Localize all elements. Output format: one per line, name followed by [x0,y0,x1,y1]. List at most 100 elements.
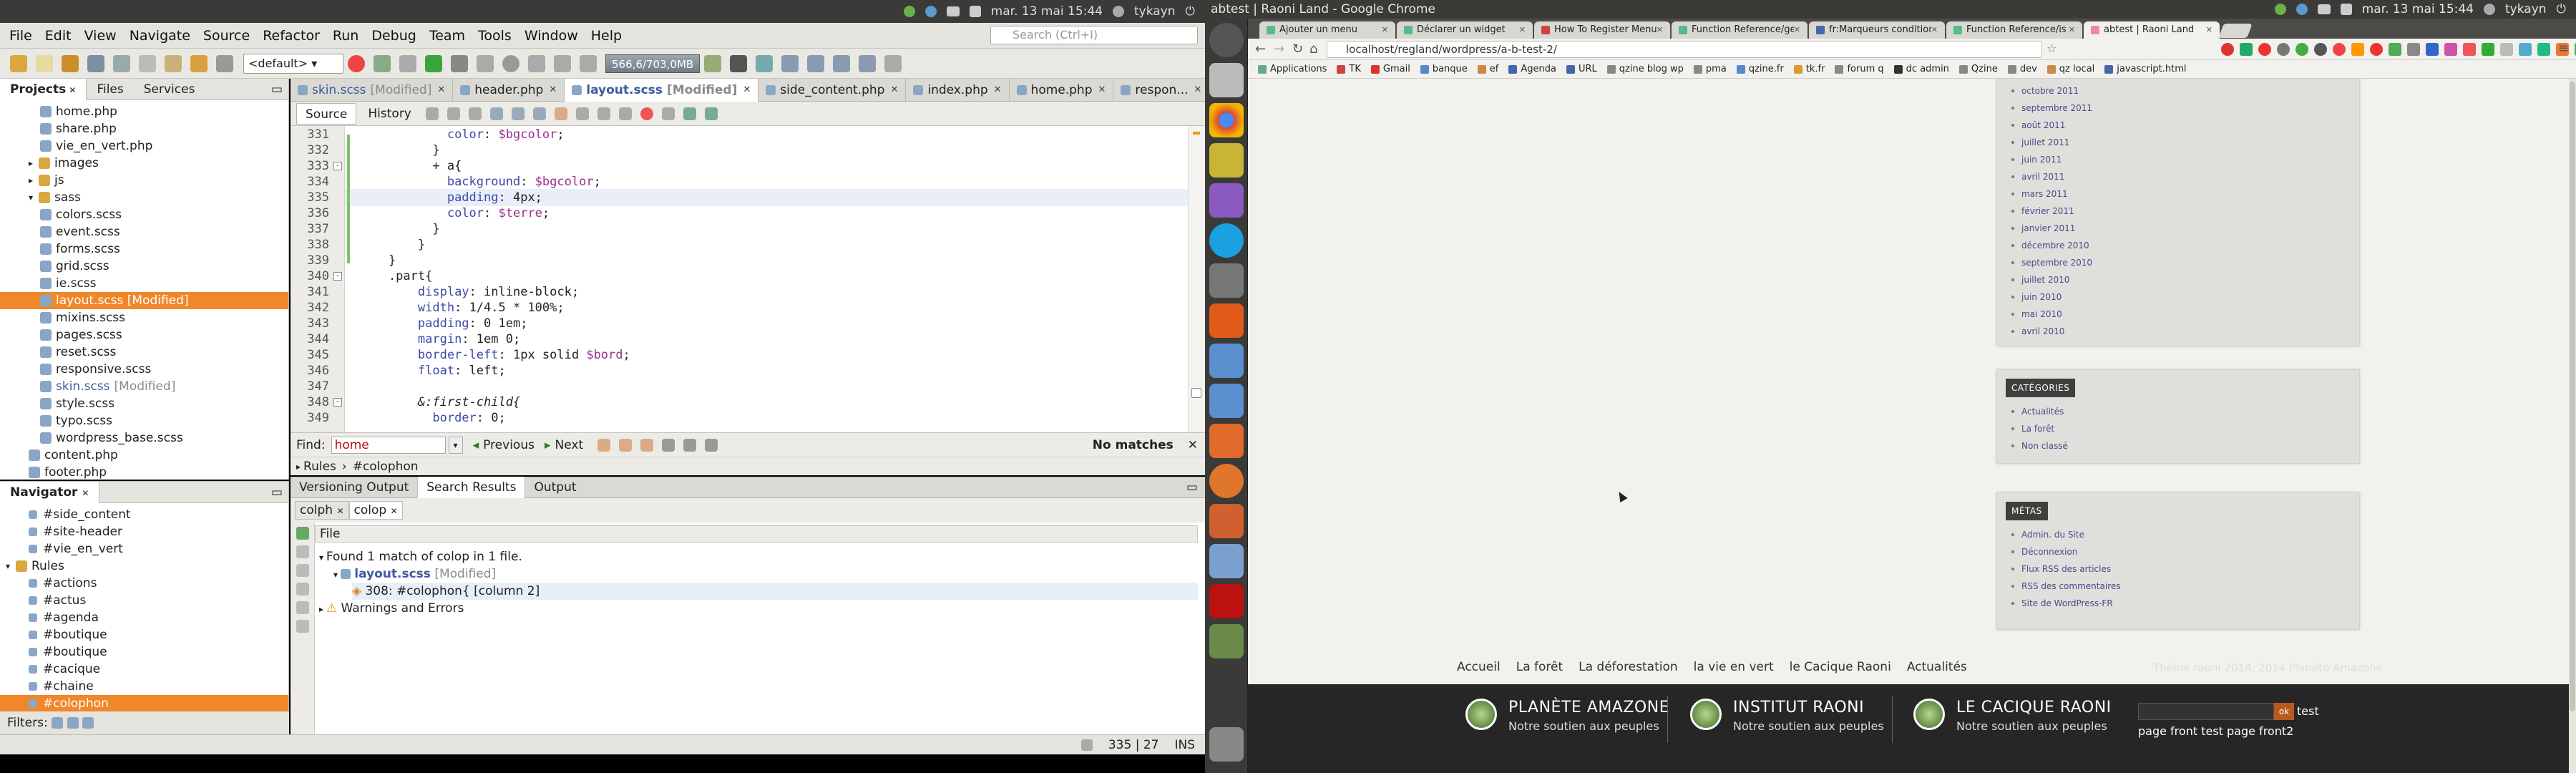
ext-icon[interactable] [2463,43,2476,56]
modify-icon[interactable] [296,583,309,595]
tree-item[interactable]: pages.scss [0,326,288,344]
netbeans-icon[interactable] [1209,344,1244,378]
fold-toggle-icon[interactable]: - [333,162,342,170]
footer-nav-link[interactable]: La forêt [1516,660,1563,674]
sync-icon[interactable] [2296,4,2308,15]
tree-item[interactable]: ie.scss [0,275,288,292]
code-line[interactable]: &:first-child{ [359,394,520,411]
screenshot-icon[interactable] [1209,544,1244,578]
footer-nav-link[interactable]: Accueil [1457,660,1501,674]
code-line[interactable]: color: $bgcolor; [359,126,565,143]
help-icon[interactable] [1209,263,1244,298]
menu-edit[interactable]: Edit [39,28,78,44]
code-line[interactable]: border-left: 1px solid $bord; [359,346,630,364]
tool-icon[interactable] [580,54,597,72]
ext-icon[interactable] [2296,43,2308,56]
user-name[interactable]: tykayn [2505,2,2547,16]
sync-icon[interactable] [924,6,937,17]
close-tab-icon[interactable]: ✕ [743,79,751,102]
highlight-results-icon[interactable] [683,438,697,452]
tab-versioning-output[interactable]: Versioning Output [291,477,417,498]
close-icon[interactable]: ✕ [66,85,76,95]
tree-item[interactable]: #chaine [0,678,288,695]
find-history-icon[interactable]: ▾ [448,436,463,454]
new-file-icon[interactable] [36,54,53,72]
bookmark[interactable]: ef [1477,64,1498,74]
tab-output[interactable]: Output [525,477,585,498]
profile-icon[interactable] [477,54,494,72]
code-line[interactable]: } [359,252,396,269]
tree-item[interactable]: vie_en_vert.php [0,137,288,155]
reload-icon[interactable]: ↻ [1292,42,1303,57]
widget-link[interactable]: Flux RSS des articles [1997,560,2359,578]
config-select[interactable]: <default> ▾ [243,53,343,74]
menu-view[interactable]: View [78,28,123,44]
navigator-tab[interactable]: Navigator ✕ [0,481,100,503]
footer-nav-link[interactable]: le Cacique Raoni [1790,660,1891,674]
star-icon[interactable]: ☆ [2046,42,2057,55]
close-tab-icon[interactable]: ✕ [1519,21,1526,39]
share-icon[interactable] [859,54,877,72]
tree-item[interactable]: #vie_en_vert [0,540,288,558]
bookmark[interactable]: Agenda [1508,64,1556,74]
code-line[interactable]: padding: 4px; [359,189,542,206]
stop2-icon[interactable] [554,54,571,72]
firefox-icon[interactable] [1209,464,1244,498]
tree-item[interactable]: skin.scss [Modified] [0,378,288,395]
tree-item[interactable]: reset.scss [0,344,288,361]
find-previous-button[interactable]: ◂ Previous [473,438,535,452]
import-icon[interactable] [807,54,825,72]
user-icon[interactable] [2484,4,2496,15]
footer-test-link[interactable]: test [2297,704,2319,718]
bookmark[interactable]: Applications [1258,64,1327,74]
debug-icon[interactable] [451,54,468,72]
ext-icon[interactable] [2240,43,2253,56]
filezilla-icon[interactable] [1209,584,1244,618]
filter-icon[interactable] [52,717,64,729]
tree-item[interactable]: #colophon [0,695,288,712]
bookmark[interactable]: Qzine [1958,64,1998,74]
power-icon[interactable]: ⏻ [1186,4,1195,19]
home-icon[interactable]: ⌂ [1309,42,1317,57]
widget-link[interactable]: Admin. du Site [1997,526,2359,543]
close-tab-icon[interactable]: ✕ [2069,21,2075,39]
subtab-colop[interactable]: colop ✕ [348,501,403,520]
bookmark[interactable]: dc admin [1893,64,1949,74]
tree-item[interactable]: colors.scss [0,206,288,223]
software-center-icon[interactable] [1209,504,1244,538]
close-find-icon[interactable]: ✕ [1188,438,1198,452]
new-project-icon[interactable] [10,54,27,72]
widget-link[interactable]: décembre 2010 [1997,237,2359,254]
tree-item[interactable]: typo.scss [0,412,288,429]
volume-icon[interactable] [969,6,981,17]
code-line[interactable]: + a{ [359,157,462,175]
menu-run[interactable]: Run [326,28,365,44]
widget-link[interactable]: Déconnexion [1997,543,2359,560]
paste-icon[interactable] [165,54,182,72]
search-input[interactable]: Search (Ctrl+I) [990,26,1198,44]
ext-icon[interactable] [2500,43,2513,56]
code-line[interactable]: } [359,220,439,238]
save-all-icon[interactable] [87,54,104,72]
tree-item[interactable]: #site-header [0,523,288,540]
widget-link[interactable]: février 2011 [1997,203,2359,220]
widget-link[interactable]: avril 2010 [1997,323,2359,340]
browser-tab[interactable]: abtest | Raoni Land ✕ [2084,21,2220,39]
find-next-button[interactable]: ▸ Next [545,438,583,452]
expand-toggle-icon[interactable]: ▸ [29,172,39,189]
editor-tab[interactable]: index.php ✕ [906,78,1010,102]
select-icon[interactable] [597,438,611,452]
new-tab-button[interactable] [2218,24,2253,38]
widget-link[interactable]: Non classé [1997,437,2359,454]
bookmark[interactable]: qz local [2046,64,2094,74]
last-edit-icon[interactable] [425,107,439,120]
gc-icon[interactable] [704,54,722,72]
tree-item[interactable]: footer.php [0,464,288,481]
filter2-icon[interactable] [67,717,79,729]
bookmark[interactable]: tk.fr [1793,64,1825,74]
bookmark[interactable]: banque [1420,64,1468,74]
netbeans2-icon[interactable] [1209,384,1244,418]
menu-window[interactable]: Window [518,28,585,44]
widget-link[interactable]: juillet 2011 [1997,134,2359,151]
minimize-icon[interactable]: ▭ [1186,480,1198,495]
